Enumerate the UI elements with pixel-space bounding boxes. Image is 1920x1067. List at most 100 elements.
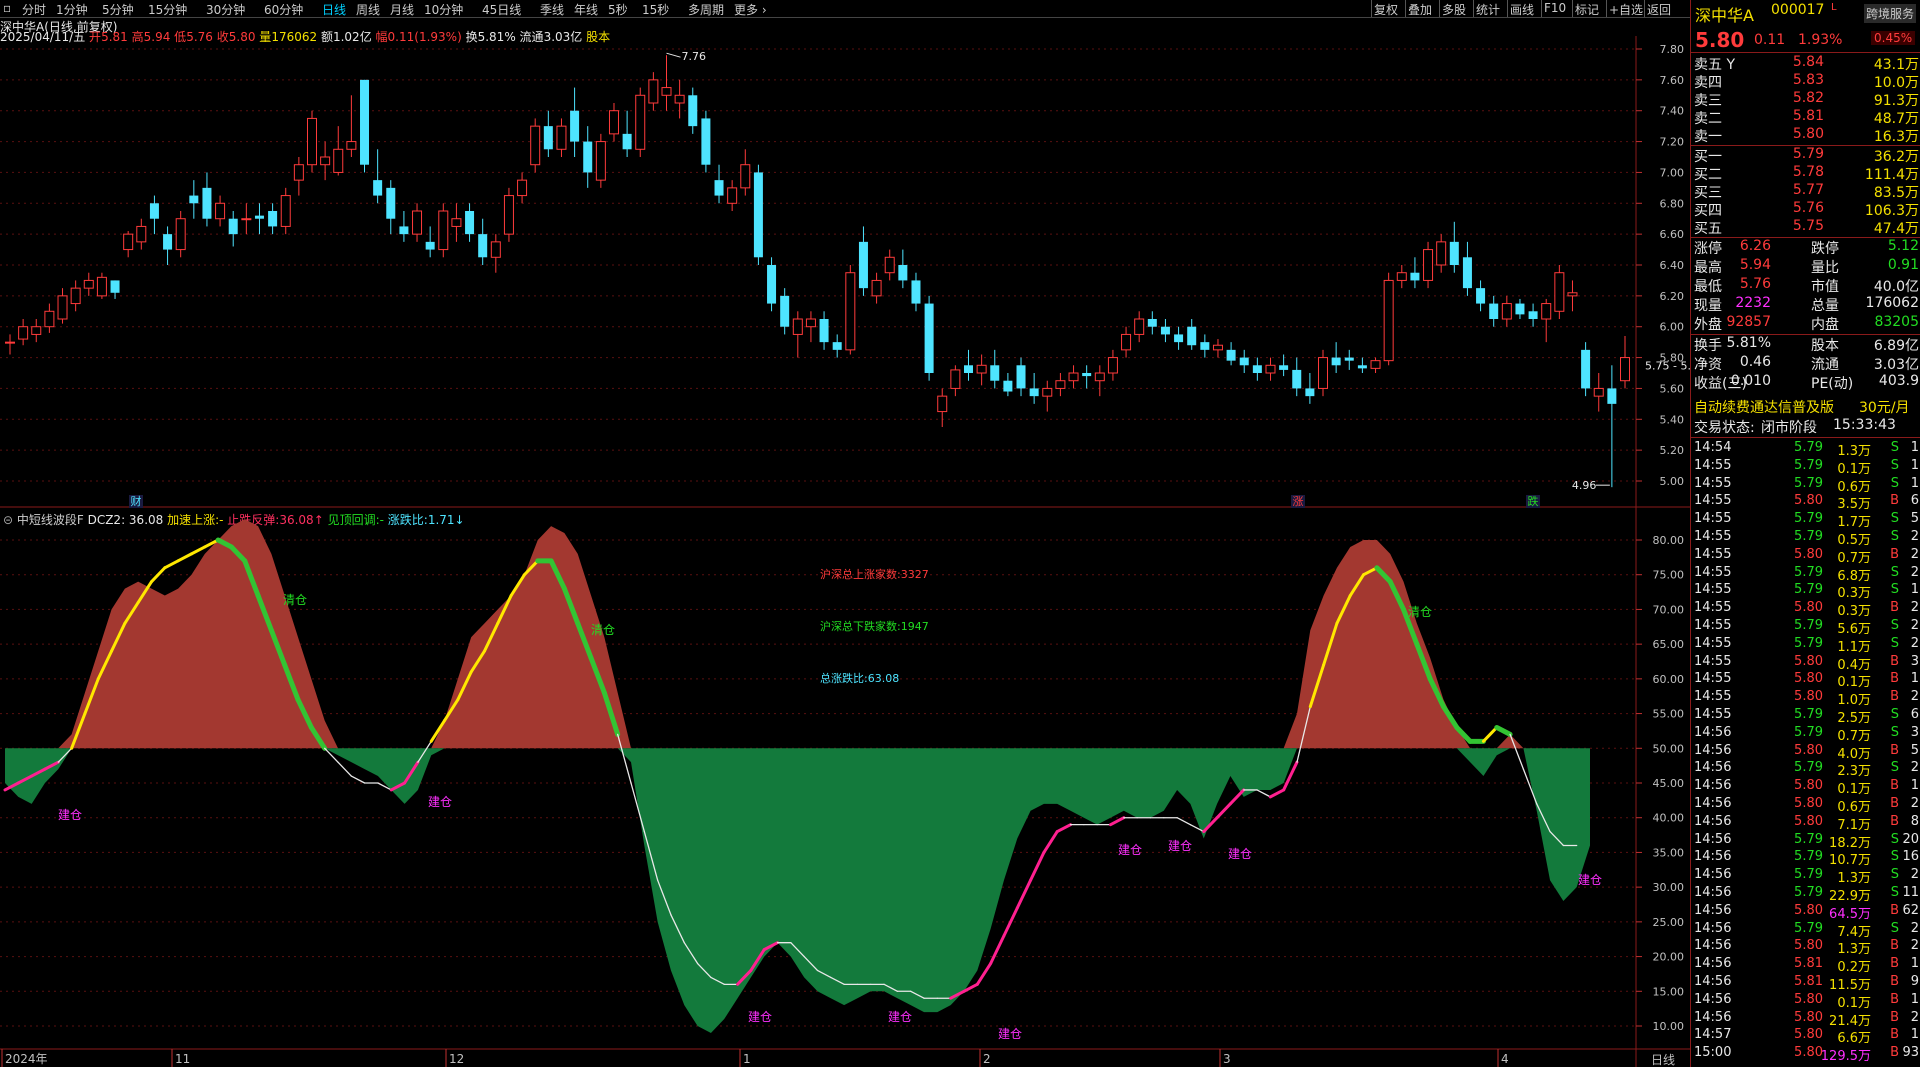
candle-body (1016, 365, 1026, 389)
period-tab[interactable]: 15分钟 (148, 1, 187, 18)
bid-label: 买五 (1694, 221, 1722, 237)
build-signal-label: 建仓 (888, 1010, 912, 1024)
xaxis-label: 4 (1501, 1052, 1509, 1066)
tick-side: B (1890, 1045, 1899, 1061)
tick-count: 1 (1910, 475, 1919, 491)
indicator-ytick-label: 50.00 (1653, 742, 1685, 755)
tick-time: 14:55 (1694, 582, 1732, 598)
period-tab[interactable]: 45日线 (482, 1, 521, 18)
tick-volume: 2.5万 (1837, 711, 1871, 726)
tick-volume: 1.7万 (1837, 515, 1871, 531)
tick-time: 14:56 (1694, 902, 1732, 918)
toolbar-divider (1439, 0, 1440, 17)
kline-ytick-label: 5.40 (1660, 413, 1685, 426)
candle-body (608, 110, 619, 135)
last-price: 5.80 (1695, 28, 1745, 52)
ask-row: 卖五 Y 5.84 43.1万 (1691, 54, 1920, 73)
toolbar-button[interactable]: F10 (1544, 1, 1566, 15)
period-tab[interactable]: 15秒 (642, 1, 669, 18)
candle-body (1476, 288, 1486, 304)
tick-time: 14:56 (1694, 956, 1732, 972)
toolbar-button[interactable]: 复权 (1374, 1, 1398, 18)
period-tab[interactable]: 周线 (356, 1, 380, 18)
period-tab[interactable]: 季线 (540, 1, 564, 18)
toolbar-button[interactable]: 画线 (1510, 1, 1534, 18)
tick-side: S (1890, 529, 1899, 544)
tick-time: 15:00 (1694, 1045, 1732, 1061)
indicator-ytick-label: 10.00 (1653, 1020, 1685, 1033)
tick-side: B (1890, 974, 1899, 989)
candle-body (96, 276, 107, 297)
period-tab[interactable]: 月线 (390, 1, 414, 18)
stat-value: 6.26 (1739, 238, 1771, 254)
stock-name: 深中华A (1695, 6, 1754, 25)
period-tab[interactable]: 5分钟 (102, 1, 134, 18)
tick-row: 14:55 5.79 6.8万 S 2 (1691, 565, 1920, 584)
candle-body (924, 303, 934, 373)
window-menu-icon[interactable]: ▫ (3, 1, 11, 15)
tick-volume: 0.6万 (1837, 800, 1871, 815)
toolbar-button[interactable]: 标记 (1575, 1, 1599, 18)
candle-body (1410, 272, 1420, 281)
tick-time: 14:55 (1694, 600, 1732, 616)
tick-volume: 0.5万 (1837, 533, 1871, 548)
toolbar-button[interactable]: 统计 (1476, 1, 1500, 18)
bid-row: 买二 5.78 111.4万 (1691, 164, 1920, 183)
tick-time: 14:56 (1694, 813, 1732, 829)
period-tab[interactable]: 1分钟 (56, 1, 88, 18)
tick-side: B (1890, 1027, 1899, 1043)
quote-panel: 深中华A 000017 L 跨境服务 5.80 0.11 1.93% 0.45%… (1690, 0, 1920, 1067)
xaxis-label: 3 (1223, 1052, 1231, 1066)
period-tab[interactable]: 60分钟 (264, 1, 303, 18)
indicator-curve-segment (1509, 733, 1525, 770)
period-tab[interactable]: 5秒 (608, 1, 628, 18)
tick-price: 5.80 (1794, 600, 1823, 616)
tick-volume: 1.3万 (1837, 444, 1871, 459)
candle-body (1318, 357, 1329, 389)
period-tab[interactable]: 日线 (322, 1, 346, 18)
candle-body (661, 87, 672, 96)
tick-time: 14:56 (1694, 867, 1732, 883)
clear-signal-label: 清仓 (591, 623, 615, 637)
tick-count: 3 (1910, 653, 1919, 669)
toolbar-button[interactable]: 多股 (1442, 1, 1466, 18)
candle-body (189, 195, 199, 204)
candle-body (1094, 372, 1105, 382)
candle-body (1541, 303, 1552, 320)
main-chart[interactable]: 7.80 7.60 7.40 7.20 7.00 6.80 6.60 6.40 6.20 6.00… (0, 36, 1690, 1067)
tick-time: 14:56 (1694, 885, 1732, 900)
ask-label: 卖二 (1694, 111, 1722, 127)
kline-ytick-label: 5.20 (1660, 444, 1685, 457)
cross-border-button[interactable]: 跨境服务 (1864, 4, 1917, 23)
period-tab[interactable]: 年线 (574, 1, 598, 18)
tick-price: 5.80 (1794, 546, 1823, 562)
period-tab[interactable]: 10分钟 (424, 1, 463, 18)
toolbar-button[interactable]: 叠加 (1408, 1, 1432, 18)
tick-time: 14:55 (1694, 653, 1732, 669)
tick-volume: 129.5万 (1820, 1049, 1871, 1065)
period-tab[interactable]: 30分钟 (206, 1, 245, 18)
candle-body (136, 225, 147, 243)
period-tab[interactable]: 分时 (22, 1, 46, 18)
tick-price: 5.80 (1794, 1045, 1823, 1061)
tick-time: 14:55 (1694, 671, 1732, 687)
tick-price: 5.79 (1794, 635, 1823, 651)
promo-line[interactable]: 自动续费通达信普及版 30元/月 (1691, 397, 1920, 417)
period-tab[interactable]: 更多 › (734, 1, 767, 18)
candle-body (1147, 319, 1157, 327)
toolbar-button[interactable]: 返回 (1647, 1, 1671, 18)
stat-label: 换手 (1694, 338, 1722, 354)
candle-body (1279, 365, 1289, 370)
tick-row: 14:55 5.80 0.1万 B 1 (1691, 671, 1920, 690)
toolbar-button[interactable]: +自选 (1609, 1, 1643, 18)
period-tab[interactable]: 多周期 (688, 1, 724, 18)
tick-price: 5.79 (1794, 724, 1823, 740)
stat-value: 5.12 (1887, 238, 1919, 254)
tick-volume: 0.7万 (1837, 550, 1871, 566)
tick-count: 5 (1910, 511, 1919, 527)
ask-price: 5.82 (1792, 90, 1824, 106)
candle-body (1292, 369, 1302, 389)
indicator-curve-segment (1228, 788, 1246, 806)
tick-count: 1 (1910, 1027, 1919, 1043)
tick-time: 14:55 (1694, 707, 1732, 722)
